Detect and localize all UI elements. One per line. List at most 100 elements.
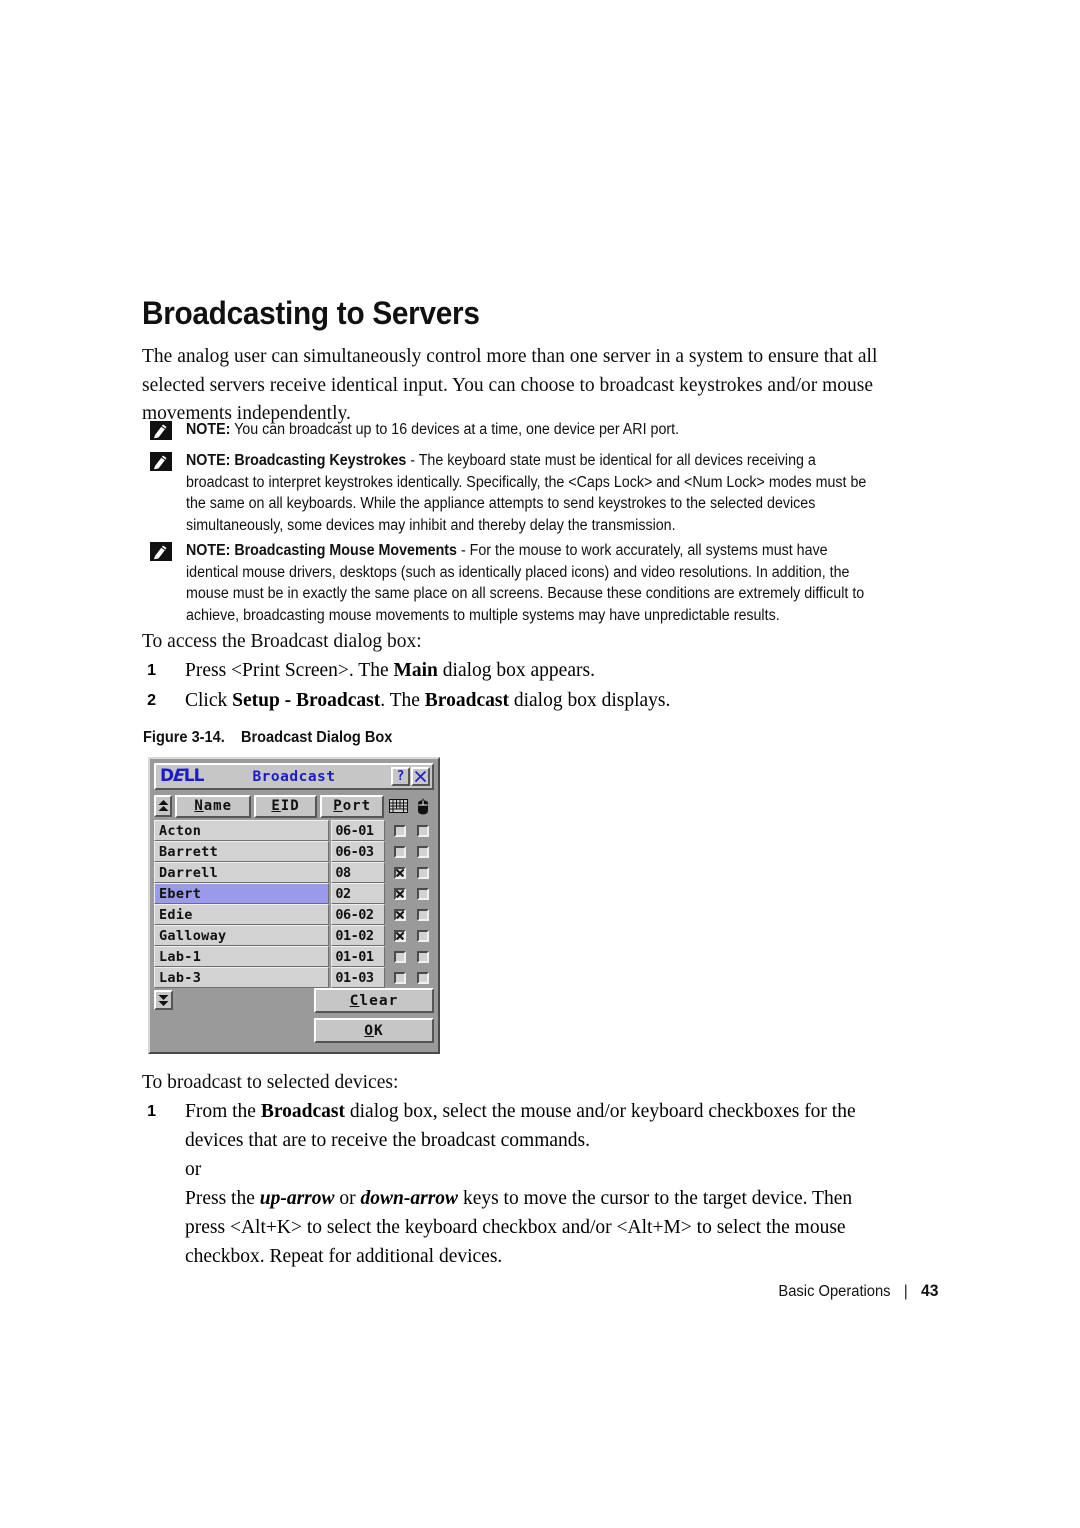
access-steps: 1 Press <Print Screen>. The Main dialog b…	[142, 656, 882, 716]
device-port: 01-02	[331, 925, 386, 946]
step-text-suffix: dialog box appears.	[437, 660, 595, 681]
figure-caption: Figure 3-14. Broadcast Dialog Box	[143, 729, 393, 746]
clear-button[interactable]: Clear	[314, 988, 434, 1013]
device-name: Acton	[154, 820, 330, 841]
mouse-checkbox-cell[interactable]	[411, 967, 434, 988]
broadcast-line2-italic1: up-arrow	[259, 1188, 335, 1209]
device-name: Barrett	[154, 841, 330, 862]
keyboard-checkbox[interactable]	[393, 929, 406, 942]
device-port: 06-01	[331, 820, 386, 841]
keyboard-checkbox-cell[interactable]	[388, 967, 412, 988]
keyboard-checkbox[interactable]	[393, 887, 406, 900]
table-row[interactable]: Lab-1 01-01	[154, 946, 434, 967]
note-pencil-icon	[150, 421, 172, 440]
keyboard-checkbox-cell[interactable]	[388, 946, 412, 967]
mouse-checkbox[interactable]	[416, 950, 429, 963]
column-header-name[interactable]: Name	[175, 794, 252, 818]
keyboard-checkbox[interactable]	[393, 845, 406, 858]
keyboard-checkbox-cell[interactable]	[388, 925, 412, 946]
broadcast-line2-italic2: down-arrow	[360, 1188, 459, 1209]
note-body-1: You can broadcast up to 16 devices at a …	[230, 421, 680, 438]
close-icon[interactable]	[411, 767, 430, 786]
dialog-column-header: Name E ID Port	[154, 794, 434, 818]
keyboard-checkbox-cell[interactable]	[388, 841, 412, 862]
table-row[interactable]: Galloway 01-02	[154, 925, 434, 946]
step-number: 1	[147, 1103, 156, 1120]
mouse-icon	[412, 795, 434, 817]
device-name: Lab-1	[154, 946, 330, 967]
broadcast-lead: To broadcast to selected devices:	[142, 1072, 399, 1093]
note-title-2: Broadcasting Keystrokes	[230, 452, 407, 469]
broadcast-dialog: D E LL Broadcast ? Name E ID P ort Acton…	[148, 757, 440, 1054]
dialog-footer: Clear OK	[154, 988, 434, 1048]
mouse-checkbox-cell[interactable]	[411, 946, 434, 967]
keyboard-checkbox-cell[interactable]	[388, 883, 412, 904]
document-page: Broadcasting to Servers The analog user …	[0, 0, 1080, 1528]
keyboard-checkbox[interactable]	[393, 866, 406, 879]
footer-separator: |	[903, 1283, 908, 1300]
mouse-checkbox-cell[interactable]	[411, 904, 434, 925]
device-port: 01-01	[331, 946, 386, 967]
note-title-3: Broadcasting Mouse Movements	[230, 542, 457, 559]
keyboard-checkbox[interactable]	[393, 950, 406, 963]
mouse-checkbox[interactable]	[416, 866, 429, 879]
table-row[interactable]: Barrett 06-03	[154, 841, 434, 862]
keyboard-checkbox[interactable]	[393, 908, 406, 921]
broadcast-line1-prefix: From the	[185, 1101, 261, 1122]
keyboard-checkbox[interactable]	[393, 971, 406, 984]
keyboard-checkbox-cell[interactable]	[388, 862, 412, 883]
device-list[interactable]: Acton 06-01 Barrett 06-03 Darrell 08 Ebe…	[154, 820, 434, 988]
keyboard-checkbox[interactable]	[393, 824, 406, 837]
table-row[interactable]: Edie 06-02	[154, 904, 434, 925]
device-port: 02	[331, 883, 386, 904]
keyboard-checkbox-cell[interactable]	[388, 904, 412, 925]
device-name: Lab-3	[154, 967, 330, 988]
device-port: 06-02	[331, 904, 386, 925]
table-row[interactable]: Lab-3 01-03	[154, 967, 434, 988]
step-text-bold: Main	[393, 660, 438, 681]
access-lead: To access the Broadcast dialog box:	[142, 631, 422, 652]
scroll-down-icon[interactable]	[154, 990, 173, 1010]
note-block-3: NOTE: Broadcasting Mouse Movements - For…	[142, 540, 882, 626]
mouse-checkbox-cell[interactable]	[411, 883, 434, 904]
table-row[interactable]: Darrell 08	[154, 862, 434, 883]
help-button[interactable]: ?	[391, 767, 410, 786]
mouse-checkbox[interactable]	[416, 929, 429, 942]
page-footer: Basic Operations | 43	[778, 1282, 938, 1301]
broadcast-line2: Press the up-arrow or down-arrow keys to…	[185, 1184, 882, 1271]
note-text-3: NOTE: Broadcasting Mouse Movements - For…	[186, 540, 881, 626]
table-row[interactable]: Ebert 02	[154, 883, 434, 904]
keyboard-checkbox-cell[interactable]	[388, 820, 412, 841]
device-port: 08	[331, 862, 386, 883]
column-header-port[interactable]: Port	[319, 794, 385, 818]
step-number: 2	[147, 692, 156, 709]
keyboard-icon	[387, 795, 409, 817]
mouse-checkbox-cell[interactable]	[411, 820, 434, 841]
note-block-2: NOTE: Broadcasting Keystrokes - The keyb…	[142, 450, 882, 536]
table-row[interactable]: Acton 06-01	[154, 820, 434, 841]
device-port: 06-03	[331, 841, 386, 862]
scroll-up-icon[interactable]	[154, 795, 173, 817]
step-text-prefix: Click	[185, 690, 233, 711]
ok-button[interactable]: OK	[314, 1018, 434, 1043]
step-text-mid: . The	[380, 690, 425, 711]
mouse-checkbox[interactable]	[416, 908, 429, 921]
mouse-checkbox-cell[interactable]	[411, 841, 434, 862]
mouse-checkbox[interactable]	[416, 971, 429, 984]
access-step-2: 2 Click Setup - Broadcast. The Broadcast …	[142, 686, 882, 715]
mouse-checkbox[interactable]	[416, 887, 429, 900]
mouse-checkbox[interactable]	[416, 845, 429, 858]
mouse-checkbox-cell[interactable]	[411, 925, 434, 946]
note-text-1: NOTE: You can broadcast up to 16 devices…	[186, 419, 881, 441]
note-label-1: NOTE:	[186, 421, 231, 438]
column-header-eid[interactable]: E ID	[254, 794, 317, 818]
note-block-1: NOTE: You can broadcast up to 16 devices…	[142, 419, 882, 441]
access-step-1: 1 Press <Print Screen>. The Main dialog b…	[142, 656, 882, 685]
broadcast-line2-a: Press the	[185, 1188, 260, 1209]
step-text-bold: Setup - Broadcast	[232, 690, 381, 711]
step-text-suffix: dialog box displays.	[508, 690, 671, 711]
mouse-checkbox-cell[interactable]	[411, 862, 434, 883]
mouse-checkbox[interactable]	[416, 824, 429, 837]
page-title: Broadcasting to Servers	[142, 295, 480, 331]
note-pencil-icon	[150, 452, 172, 471]
